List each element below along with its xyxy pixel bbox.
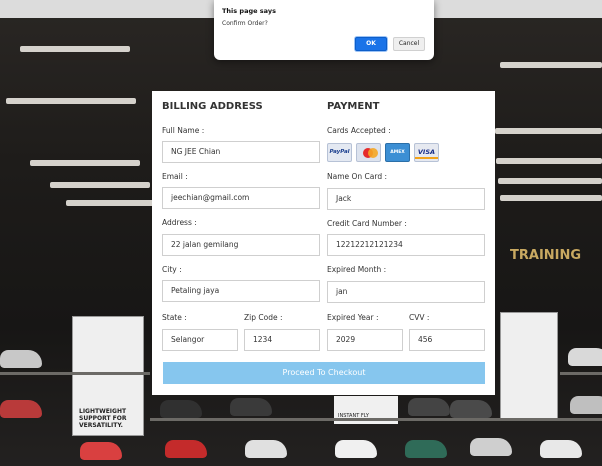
shelf (150, 418, 602, 421)
shoe (80, 442, 122, 460)
name-on-card-input[interactable]: Jack (327, 188, 485, 210)
zip-code-input[interactable]: 1234 (244, 329, 320, 351)
cancel-button[interactable]: Cancel (393, 37, 425, 51)
expired-year-label: Expired Year : (327, 313, 379, 322)
expired-month-input[interactable]: jan (327, 281, 485, 303)
shoe (568, 348, 602, 366)
ceiling-light (30, 160, 140, 166)
shelf (560, 372, 602, 375)
shoe (450, 400, 492, 418)
cvv-label: CVV : (409, 313, 430, 322)
ceiling-light (66, 200, 156, 206)
ceiling-light (496, 158, 602, 164)
shoe (335, 440, 377, 458)
checkout-form: BILLING ADDRESS PAYMENT Full Name : NG J… (152, 91, 495, 395)
billing-address-title: BILLING ADDRESS (162, 101, 263, 112)
city-label: City : (162, 265, 182, 274)
poster-left: LIGHTWEIGHT SUPPORT FOR VERSATILITY. (72, 316, 144, 436)
ceiling-light (500, 195, 602, 201)
state-label: State : (162, 313, 187, 322)
dialog-message: Confirm Order? (222, 20, 268, 27)
full-name-label: Full Name : (162, 126, 205, 135)
ok-button[interactable]: OK (355, 37, 387, 51)
ceiling-light (20, 46, 130, 52)
shelf (0, 372, 150, 375)
poster-right (500, 312, 558, 420)
shoe (165, 440, 207, 458)
zip-code-label: Zip Code : (244, 313, 283, 322)
ceiling-light (498, 178, 602, 184)
full-name-input[interactable]: NG JEE Chian (162, 141, 320, 163)
shoe (408, 398, 450, 416)
shoe (160, 400, 202, 418)
shoe (230, 398, 272, 416)
poster-left-text: LIGHTWEIGHT SUPPORT FOR VERSATILITY. (79, 408, 127, 429)
confirm-dialog: This page says Confirm Order? OK Cancel (214, 0, 434, 60)
shoe (245, 440, 287, 458)
expired-month-label: Expired Month : (327, 265, 387, 274)
address-label: Address : (162, 218, 197, 227)
dialog-title: This page says (222, 7, 276, 15)
email-label: Email : (162, 172, 188, 181)
cvv-input[interactable]: 456 (409, 329, 485, 351)
visa-card-icon: VISA (414, 143, 439, 162)
shoe (540, 440, 582, 458)
proceed-to-checkout-button[interactable]: Proceed To Checkout (163, 362, 485, 384)
ceiling-light (500, 62, 602, 68)
shoe (0, 400, 42, 418)
ceiling-light (6, 98, 136, 104)
training-sign: TRAINING (510, 248, 582, 263)
ceiling-light (50, 182, 150, 188)
amex-card-icon: AMEX (385, 143, 410, 162)
shoe (570, 396, 602, 414)
accepted-cards: PayPal AMEX VISA (327, 143, 439, 162)
shoe (405, 440, 447, 458)
name-on-card-label: Name On Card : (327, 172, 388, 181)
shoe (470, 438, 512, 456)
email-input[interactable]: jeechian@gmail.com (162, 187, 320, 209)
cards-accepted-label: Cards Accepted : (327, 126, 391, 135)
payment-title: PAYMENT (327, 101, 380, 112)
card-number-input[interactable]: 12212212121234 (327, 234, 485, 256)
paypal-card-icon: PayPal (327, 143, 352, 162)
city-input[interactable]: Petaling jaya (162, 280, 320, 302)
state-input[interactable]: Selangor (162, 329, 238, 351)
shoe (0, 350, 42, 368)
card-number-label: Credit Card Number : (327, 219, 407, 228)
mastercard-card-icon (356, 143, 381, 162)
expired-year-input[interactable]: 2029 (327, 329, 403, 351)
ceiling-light (495, 128, 602, 134)
address-input[interactable]: 22 jalan gemilang (162, 234, 320, 256)
